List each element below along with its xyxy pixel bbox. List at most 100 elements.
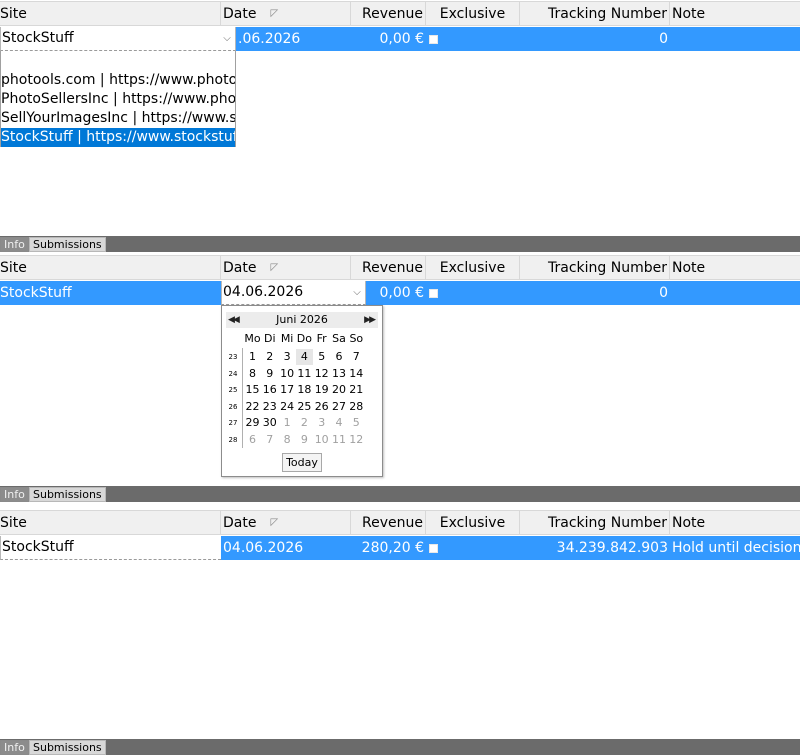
column-header-note[interactable]: Note xyxy=(670,256,800,280)
calendar-day[interactable]: 16 xyxy=(261,382,278,398)
column-header-date[interactable]: Date ◸ xyxy=(221,2,351,26)
tab-submissions[interactable]: Submissions xyxy=(29,740,106,755)
column-header-revenue[interactable]: Revenue xyxy=(351,511,426,535)
column-header-exclusive[interactable]: Exclusive xyxy=(426,256,520,280)
weekday-header: So xyxy=(349,332,364,345)
calendar-day[interactable]: 6 xyxy=(244,432,261,448)
calendar-day[interactable]: 1 xyxy=(279,415,296,431)
note-cell[interactable]: Hold until decision a xyxy=(672,536,800,560)
calendar-day[interactable]: 28 xyxy=(348,399,365,415)
calendar-day[interactable]: 3 xyxy=(279,349,296,365)
calendar-day[interactable]: 5 xyxy=(313,349,330,365)
calendar-day[interactable]: 14 xyxy=(348,366,365,382)
table-row[interactable]: StockStuff 04.06.2026 ⌵ 0,00 € 0 xyxy=(0,281,800,305)
column-header-exclusive[interactable]: Exclusive xyxy=(426,2,520,26)
calendar-day[interactable]: 29 xyxy=(244,415,261,431)
column-header-date[interactable]: Date ◸ xyxy=(221,511,351,535)
column-header-date[interactable]: Date ◸ xyxy=(221,256,351,280)
column-header-revenue[interactable]: Revenue xyxy=(351,256,426,280)
calendar-day[interactable]: 11 xyxy=(296,366,313,382)
dropdown-option[interactable]: PhotoSellersInc | https://www.photoselle… xyxy=(1,90,235,109)
calendar-day[interactable]: 10 xyxy=(279,366,296,382)
dropdown-option[interactable]: SellYourImagesInc | https://www.sellyour… xyxy=(1,109,235,128)
calendar-day[interactable]: 15 xyxy=(244,382,261,398)
exclusive-checkbox[interactable] xyxy=(429,35,438,44)
week-number: 23 xyxy=(228,353,238,361)
calendar-day[interactable]: 17 xyxy=(279,382,296,398)
calendar-day[interactable]: 5 xyxy=(348,415,365,431)
calendar-day[interactable]: 6 xyxy=(331,349,348,365)
column-header-tracking-number[interactable]: Tracking Number xyxy=(520,2,670,26)
next-month-icon[interactable]: ▶▶ xyxy=(364,312,376,328)
chevron-down-icon[interactable]: ⌵ xyxy=(349,281,365,304)
calendar-day[interactable]: 25 xyxy=(296,399,313,415)
calendar-day[interactable]: 24 xyxy=(279,399,296,415)
calendar-day[interactable]: 21 xyxy=(348,382,365,398)
calendar-day[interactable]: 26 xyxy=(313,399,330,415)
calendar-day[interactable]: 9 xyxy=(261,366,278,382)
column-header-revenue[interactable]: Revenue xyxy=(351,2,426,26)
tracking-number-cell[interactable]: 0 xyxy=(520,27,670,51)
grid-panel-filled-row: Site Date ◸ Revenue Exclusive Tracking Nu… xyxy=(0,509,800,755)
calendar-popup: ◀◀ Juni 2026 ▶▶ Mo Di Mi Do Fr Sa So 23 1 2 3 4 5 6 7 2… xyxy=(221,305,383,477)
column-header-note[interactable]: Note xyxy=(670,511,800,535)
date-picker-field[interactable]: 04.06.2026 ⌵ xyxy=(221,281,366,305)
previous-month-icon[interactable]: ◀◀ xyxy=(228,312,240,328)
tab-info[interactable]: Info xyxy=(0,237,29,252)
calendar-day[interactable]: 2 xyxy=(261,349,278,365)
tab-submissions[interactable]: Submissions xyxy=(29,237,106,252)
calendar-day[interactable]: 2 xyxy=(296,415,313,431)
revenue-cell[interactable]: 280,20 € xyxy=(351,536,426,560)
calendar-day[interactable]: 20 xyxy=(331,382,348,398)
week-number: 26 xyxy=(228,402,238,411)
column-header-note[interactable]: Note xyxy=(670,2,800,26)
site-combobox[interactable]: StockStuff ⌵ xyxy=(0,27,236,51)
calendar-day[interactable]: 30 xyxy=(261,415,278,431)
calendar-day[interactable]: 7 xyxy=(348,349,365,365)
tab-info[interactable]: Info xyxy=(0,487,29,502)
table-row[interactable]: StockStuff ⌵ .06.2026 0,00 € 0 xyxy=(0,27,800,51)
today-button[interactable]: Today xyxy=(282,453,322,472)
chevron-down-icon[interactable]: ⌵ xyxy=(219,27,235,50)
calendar-day[interactable]: 8 xyxy=(244,366,261,382)
calendar-day[interactable]: 11 xyxy=(331,432,348,448)
date-cell[interactable]: .06.2026 xyxy=(238,27,350,51)
column-header-site[interactable]: Site xyxy=(0,511,221,535)
calendar-day[interactable]: 13 xyxy=(331,366,348,382)
tab-info[interactable]: Info xyxy=(0,740,29,755)
dropdown-option-selected[interactable]: StockStuff | https://www.stockstuff.com xyxy=(1,128,235,147)
site-cell-unselected[interactable]: StockStuff xyxy=(0,536,221,560)
exclusive-checkbox[interactable] xyxy=(429,289,438,298)
calendar-day[interactable]: 3 xyxy=(313,415,330,431)
calendar-day[interactable]: 23 xyxy=(261,399,278,415)
site-cell[interactable]: StockStuff xyxy=(0,281,221,305)
exclusive-checkbox[interactable] xyxy=(429,544,438,553)
dropdown-option[interactable]: photools.com | https://www.photools.com xyxy=(1,71,235,90)
calendar-day[interactable]: 1 xyxy=(244,349,261,365)
calendar-day[interactable]: 12 xyxy=(348,432,365,448)
calendar-day[interactable]: 27 xyxy=(331,399,348,415)
column-header-site[interactable]: Site xyxy=(0,2,221,26)
table-row[interactable]: StockStuff 04.06.2026 280,20 € 34.239.84… xyxy=(0,536,800,560)
calendar-day[interactable]: 10 xyxy=(313,432,330,448)
column-header-exclusive[interactable]: Exclusive xyxy=(426,511,520,535)
calendar-day[interactable]: 19 xyxy=(313,382,330,398)
calendar-day[interactable]: 7 xyxy=(261,432,278,448)
column-header-tracking-number[interactable]: Tracking Number xyxy=(520,256,670,280)
date-cell[interactable]: 04.06.2026 xyxy=(223,536,351,560)
calendar-day[interactable]: 22 xyxy=(244,399,261,415)
calendar-day[interactable]: 8 xyxy=(279,432,296,448)
calendar-day[interactable]: 4 xyxy=(331,415,348,431)
calendar-day[interactable]: 9 xyxy=(296,432,313,448)
tracking-number-cell[interactable]: 34.239.842.903 xyxy=(520,536,670,560)
column-header-tracking-number[interactable]: Tracking Number xyxy=(520,511,670,535)
tracking-number-cell[interactable]: 0 xyxy=(520,281,670,305)
tab-submissions[interactable]: Submissions xyxy=(29,487,106,502)
column-header-site[interactable]: Site xyxy=(0,256,221,280)
revenue-cell[interactable]: 0,00 € xyxy=(366,281,426,305)
calendar-day[interactable]: 18 xyxy=(296,382,313,398)
calendar-day[interactable]: 12 xyxy=(313,366,330,382)
calendar-day[interactable]: 4 xyxy=(295,349,313,365)
revenue-cell[interactable]: 0,00 € xyxy=(351,27,426,51)
calendar-month-label[interactable]: Juni 2026 xyxy=(276,313,328,326)
